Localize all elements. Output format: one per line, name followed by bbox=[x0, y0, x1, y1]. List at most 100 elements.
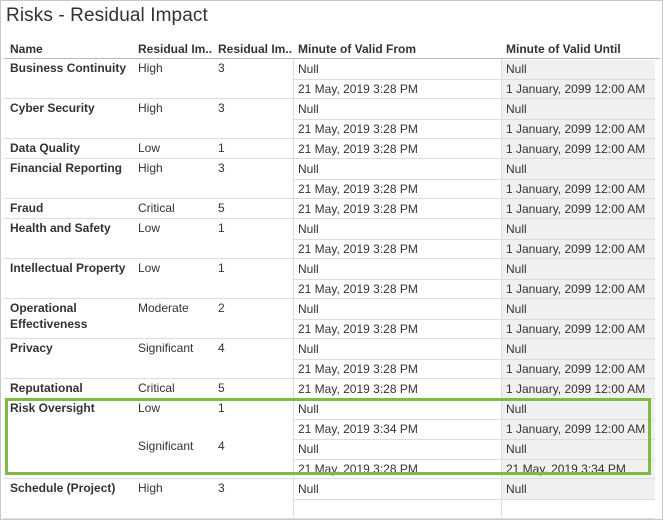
valid-from-cell[interactable]: 21 May, 2019 3:28 PM bbox=[298, 141, 418, 157]
valid-until-cell[interactable]: Null bbox=[506, 61, 527, 77]
valid-from-cell[interactable]: Null bbox=[298, 221, 319, 237]
valid-from-cell[interactable]: 21 May, 2019 3:28 PM bbox=[298, 281, 418, 297]
valid-until-cell[interactable]: Null bbox=[506, 161, 527, 177]
valid-until-cell[interactable]: 1 January, 2099 12:00 AM bbox=[506, 381, 645, 397]
valid-until-cell[interactable]: 1 January, 2099 12:00 AM bbox=[506, 121, 645, 137]
valid-until-cell[interactable]: 1 January, 2099 12:00 AM bbox=[506, 201, 645, 217]
row-divider bbox=[293, 499, 655, 500]
valid-from-cell[interactable]: 21 May, 2019 3:28 PM bbox=[298, 201, 418, 217]
risk-name[interactable]: Business Continuity bbox=[10, 60, 126, 76]
residual-impact-score[interactable]: 5 bbox=[218, 200, 225, 216]
risk-name[interactable]: Cyber Security bbox=[10, 100, 95, 116]
valid-from-cell[interactable]: 21 May, 2019 3:28 PM bbox=[298, 461, 418, 477]
valid-until-cell[interactable]: 21 May, 2019 3:34 PM bbox=[506, 461, 626, 477]
valid-from-cell[interactable]: 21 May, 2019 3:34 PM bbox=[298, 421, 418, 437]
residual-impact-label[interactable]: High bbox=[138, 100, 163, 116]
risk-name[interactable]: Risk Oversight bbox=[10, 400, 95, 416]
residual-impact-label[interactable]: Critical bbox=[138, 200, 175, 216]
row-divider bbox=[293, 279, 655, 280]
valid-until-cell[interactable]: Null bbox=[506, 441, 527, 457]
risk-name-continued: Effectiveness bbox=[10, 317, 88, 331]
valid-from-cell[interactable]: Null bbox=[298, 481, 319, 497]
risk-name[interactable]: Reputational bbox=[10, 380, 83, 396]
residual-impact-score[interactable]: 4 bbox=[218, 340, 225, 356]
valid-until-cell[interactable]: 1 January, 2099 12:00 AM bbox=[506, 421, 645, 437]
residual-impact-score[interactable]: 5 bbox=[218, 380, 225, 396]
valid-until-cell[interactable]: Null bbox=[506, 481, 527, 497]
risk-name[interactable]: Operational bbox=[10, 300, 77, 316]
risk-name[interactable]: Schedule (Project) bbox=[10, 480, 115, 496]
valid-from-cell[interactable]: 21 May, 2019 3:28 PM bbox=[298, 241, 418, 257]
valid-until-cell[interactable]: 1 January, 2099 12:00 AM bbox=[506, 241, 645, 257]
valid-until-cell[interactable]: 1 January, 2099 12:00 AM bbox=[506, 181, 645, 197]
residual-impact-score[interactable]: 1 bbox=[218, 220, 225, 236]
valid-until-cell[interactable]: Null bbox=[506, 301, 527, 317]
column-divider bbox=[501, 59, 502, 516]
valid-until-cell[interactable]: 1 January, 2099 12:00 AM bbox=[506, 361, 645, 377]
row-divider bbox=[4, 198, 655, 199]
risk-name[interactable]: Data Quality bbox=[10, 140, 80, 156]
header-valid-from[interactable]: Minute of Valid From bbox=[298, 42, 416, 56]
valid-from-cell[interactable]: Null bbox=[298, 401, 319, 417]
valid-from-cell[interactable]: 21 May, 2019 3:28 PM bbox=[298, 381, 418, 397]
valid-from-cell[interactable]: Null bbox=[298, 441, 319, 457]
valid-until-cell[interactable]: Null bbox=[506, 221, 527, 237]
valid-until-cell[interactable]: Null bbox=[506, 341, 527, 357]
residual-impact-score[interactable]: 1 bbox=[218, 400, 225, 416]
risk-name[interactable]: Fraud bbox=[10, 200, 43, 216]
residual-impact-score[interactable]: 3 bbox=[218, 160, 225, 176]
residual-impact-label[interactable]: Low bbox=[138, 140, 160, 156]
row-divider bbox=[4, 258, 655, 259]
row-divider bbox=[293, 179, 655, 180]
valid-from-cell[interactable]: Null bbox=[298, 301, 319, 317]
residual-impact-score[interactable]: 2 bbox=[218, 300, 225, 316]
valid-from-cell[interactable]: Null bbox=[298, 341, 319, 357]
residual-impact-label[interactable]: Low bbox=[138, 220, 160, 236]
residual-impact-label[interactable]: Low bbox=[138, 400, 160, 416]
valid-from-cell[interactable]: Null bbox=[298, 261, 319, 277]
row-divider bbox=[4, 218, 655, 219]
residual-impact-score[interactable]: 3 bbox=[218, 60, 225, 76]
residual-impact-score[interactable]: 4 bbox=[218, 438, 225, 454]
valid-until-cell[interactable]: 1 January, 2099 12:00 AM bbox=[506, 281, 645, 297]
risk-name[interactable]: Intellectual Property bbox=[10, 260, 125, 276]
residual-impact-score[interactable]: 3 bbox=[218, 100, 225, 116]
row-divider bbox=[4, 158, 655, 159]
valid-from-cell[interactable]: 21 May, 2019 3:28 PM bbox=[298, 81, 418, 97]
residual-impact-label[interactable]: Moderate bbox=[138, 300, 189, 316]
header-residual-impact-label[interactable]: Residual Im.. bbox=[138, 42, 212, 56]
residual-impact-score[interactable]: 1 bbox=[218, 260, 225, 276]
residual-impact-label[interactable]: Significant bbox=[138, 438, 193, 454]
row-divider bbox=[293, 79, 655, 80]
residual-impact-label[interactable]: Significant bbox=[138, 340, 193, 356]
valid-until-cell[interactable]: Null bbox=[506, 101, 527, 117]
valid-until-cell[interactable]: Null bbox=[506, 261, 527, 277]
valid-from-cell[interactable]: Null bbox=[298, 161, 319, 177]
valid-from-cell[interactable]: 21 May, 2019 3:28 PM bbox=[298, 121, 418, 137]
header-name[interactable]: Name bbox=[10, 42, 43, 56]
valid-until-cell[interactable]: 1 January, 2099 12:00 AM bbox=[506, 141, 645, 157]
residual-impact-score[interactable]: 1 bbox=[218, 140, 225, 156]
row-divider bbox=[4, 378, 655, 379]
residual-impact-label[interactable]: High bbox=[138, 60, 163, 76]
valid-from-cell[interactable]: 21 May, 2019 3:28 PM bbox=[298, 361, 418, 377]
residual-impact-label[interactable]: Low bbox=[138, 260, 160, 276]
valid-until-cell[interactable]: 1 January, 2099 12:00 AM bbox=[506, 81, 645, 97]
valid-from-cell[interactable]: Null bbox=[298, 61, 319, 77]
valid-from-cell[interactable]: 21 May, 2019 3:28 PM bbox=[298, 321, 418, 337]
column-divider bbox=[293, 59, 294, 516]
valid-until-cell[interactable]: Null bbox=[506, 401, 527, 417]
risk-name[interactable]: Health and Safety bbox=[10, 220, 111, 236]
residual-impact-label[interactable]: Critical bbox=[138, 380, 175, 396]
residual-impact-label[interactable]: High bbox=[138, 480, 163, 496]
header-valid-until[interactable]: Minute of Valid Until bbox=[506, 42, 621, 56]
valid-from-cell[interactable]: Null bbox=[298, 101, 319, 117]
valid-from-cell[interactable]: 21 May, 2019 3:28 PM bbox=[298, 181, 418, 197]
risk-name[interactable]: Privacy bbox=[10, 340, 53, 356]
header-residual-impact-value[interactable]: Residual Im.. bbox=[218, 42, 292, 56]
residual-impact-score[interactable]: 3 bbox=[218, 480, 225, 496]
valid-until-cell[interactable]: 1 January, 2099 12:00 AM bbox=[506, 321, 645, 337]
residual-impact-label[interactable]: High bbox=[138, 160, 163, 176]
risk-name[interactable]: Financial Reporting bbox=[10, 160, 122, 176]
row-divider bbox=[4, 398, 655, 399]
